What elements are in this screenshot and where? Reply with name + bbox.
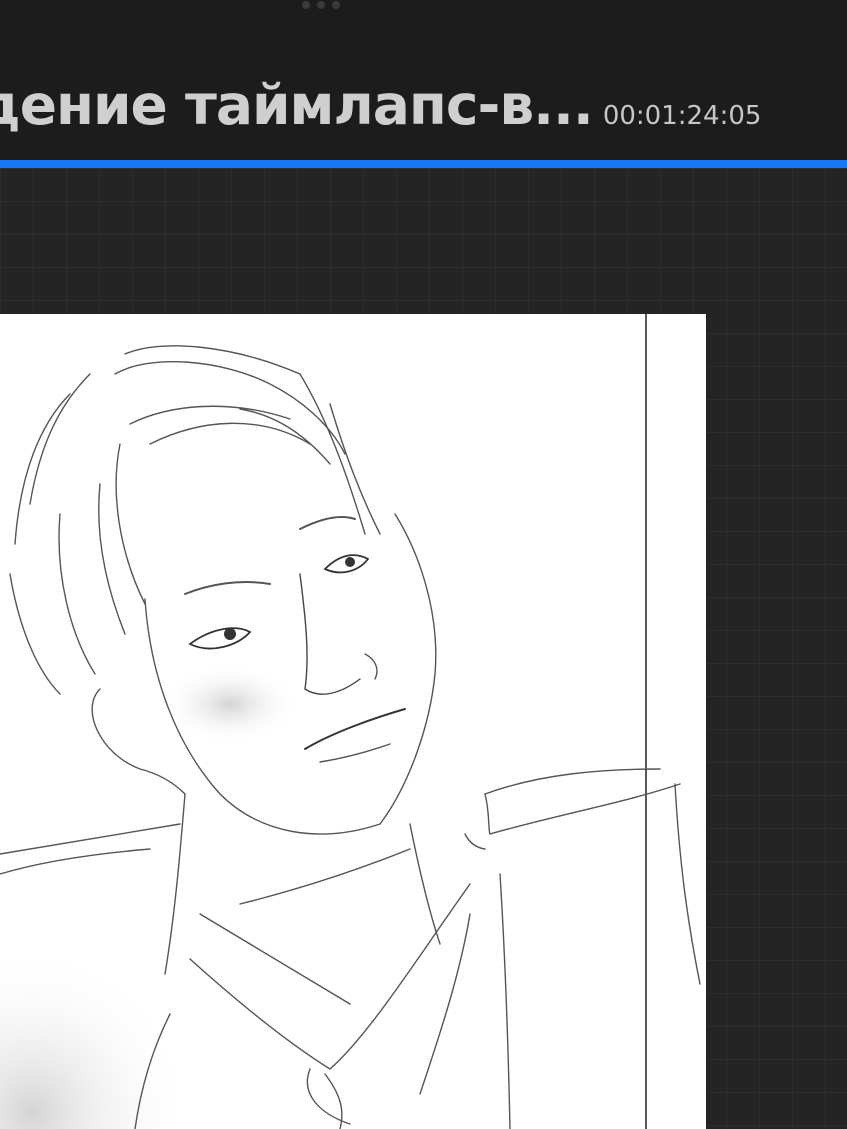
- timecode: 00:01:24:05: [602, 101, 762, 131]
- playback-title: едение таймлапс-в...: [0, 73, 594, 137]
- drag-handle-dots-icon[interactable]: [302, 1, 340, 9]
- canvas-workspace: [0, 168, 847, 1129]
- title-row: едение таймлапс-в... 00:01:24:05: [0, 73, 761, 137]
- playback-header: едение таймлапс-в... 00:01:24:05: [0, 0, 847, 160]
- drawing-canvas[interactable]: [0, 314, 706, 1129]
- timelapse-replay-window: едение таймлапс-в... 00:01:24:05: [0, 0, 847, 1129]
- progress-bar[interactable]: [0, 160, 847, 168]
- pencil-sketch-portrait: [0, 314, 701, 1129]
- progress-fill: [0, 160, 847, 168]
